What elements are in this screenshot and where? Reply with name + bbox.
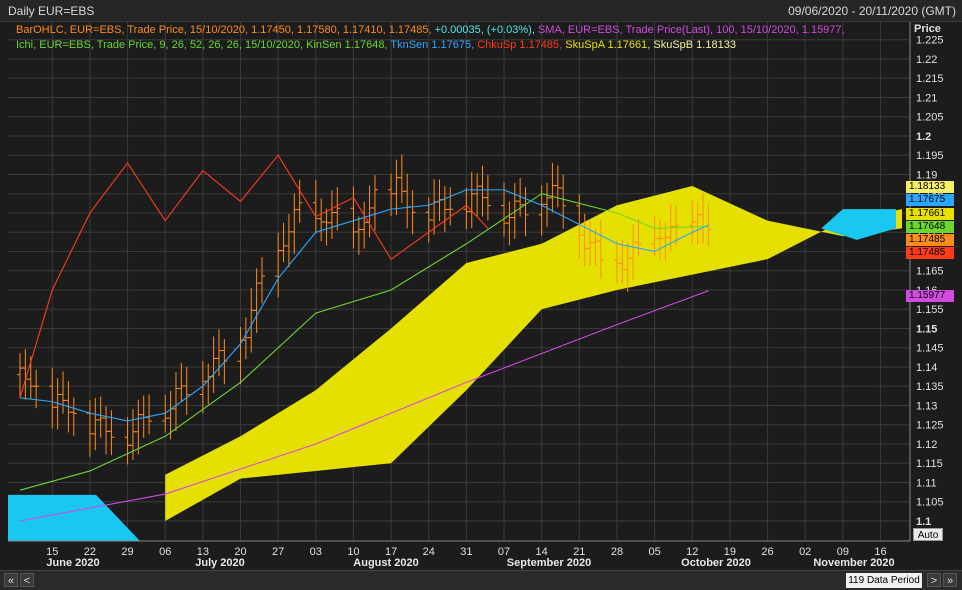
price-tick-label: 1.19 bbox=[916, 169, 937, 181]
price-tick-label: 1.2 bbox=[916, 131, 931, 143]
legend-entry: BarOHLC, EUR=EBS, Trade Price, 15/10/202… bbox=[16, 24, 432, 36]
price-tick-label: 1.15 bbox=[916, 323, 937, 335]
price-tag: 1.17485 bbox=[906, 234, 954, 246]
legend-entry: Ichi, EUR=EBS, Trade Price, 9, 26, 52, 2… bbox=[16, 39, 388, 51]
day-tick-label: 03 bbox=[310, 546, 322, 558]
legend-entry: TknSen 1.17675, bbox=[387, 39, 475, 51]
price-tick-label: 1.14 bbox=[916, 362, 937, 374]
data-period-select[interactable]: 119 Data Period bbox=[846, 573, 922, 588]
chart-legend: BarOHLC, EUR=EBS, Trade Price, 15/10/202… bbox=[16, 23, 906, 53]
price-tick-label: 1.195 bbox=[916, 150, 944, 162]
price-tick-label: 1.11 bbox=[916, 477, 937, 489]
day-tick-label: 27 bbox=[272, 546, 284, 558]
price-tick-label: 1.135 bbox=[916, 381, 944, 393]
day-tick-label: 24 bbox=[423, 546, 435, 558]
price-tick-label: 1.125 bbox=[916, 420, 944, 432]
price-tick-label: 1.165 bbox=[916, 266, 944, 278]
legend-entry: SkuSpB 1.18133 bbox=[650, 39, 736, 51]
price-tick-label: 1.115 bbox=[916, 458, 943, 470]
month-label: July 2020 bbox=[195, 557, 245, 569]
price-tick-label: 1.13 bbox=[916, 400, 937, 412]
price-tick-label: 1.21 bbox=[916, 92, 937, 104]
navigation-bar: « < June 2020 July 2020 August 2020 Septemb… bbox=[0, 557, 962, 590]
day-tick-label: 31 bbox=[460, 546, 472, 558]
price-tick-label: 1.22 bbox=[916, 54, 937, 66]
price-tick-label: 1.225 bbox=[916, 35, 944, 47]
scroll-right-button[interactable]: > bbox=[927, 573, 941, 587]
chart-plot[interactable]: 1.2251.221.2151.211.2051.21.1951.191.185… bbox=[0, 0, 962, 570]
scroll-left-fast-button[interactable]: « bbox=[4, 573, 18, 587]
price-tick-label: 1.155 bbox=[916, 304, 944, 316]
month-label: August 2020 bbox=[353, 557, 419, 569]
price-tick-label: 1.205 bbox=[916, 112, 944, 124]
month-label: October 2020 bbox=[681, 557, 751, 569]
price-tag: 1.18133 bbox=[906, 181, 954, 193]
legend-line-1: BarOHLC, EUR=EBS, Trade Price, 15/10/202… bbox=[16, 23, 906, 38]
price-tag: 1.17661 bbox=[906, 208, 954, 220]
price-axis-label: Price bbox=[914, 23, 941, 35]
price-tick-label: 1.1 bbox=[916, 516, 931, 528]
legend-entry: ChkuSp 1.17485, bbox=[474, 39, 563, 51]
auto-scale-button[interactable]: Auto bbox=[913, 528, 943, 541]
month-label: November 2020 bbox=[813, 557, 895, 569]
day-tick-label: 28 bbox=[611, 546, 623, 558]
legend-line-2: Ichi, EUR=EBS, Trade Price, 9, 26, 52, 2… bbox=[16, 38, 906, 53]
legend-entry: +0.00035, (+0.03%), bbox=[431, 24, 535, 36]
scroll-left-button[interactable]: < bbox=[20, 573, 34, 587]
price-tick-label: 1.105 bbox=[916, 497, 944, 509]
legend-entry: SkuSpA 1.17661, bbox=[562, 39, 651, 51]
price-tag: 1.17485 bbox=[906, 247, 954, 259]
month-label: September 2020 bbox=[506, 557, 592, 569]
price-tag: 1.17648 bbox=[906, 221, 954, 233]
day-tick-label: 05 bbox=[648, 546, 660, 558]
month-label: June 2020 bbox=[46, 557, 100, 569]
price-tick-label: 1.12 bbox=[916, 439, 937, 451]
price-tick-label: 1.145 bbox=[916, 343, 944, 355]
day-tick-label: 06 bbox=[159, 546, 171, 558]
day-tick-label: 29 bbox=[121, 546, 133, 558]
scroll-right-fast-button[interactable]: » bbox=[943, 573, 957, 587]
day-tick-label: 02 bbox=[799, 546, 811, 558]
price-tick-label: 1.215 bbox=[916, 73, 944, 85]
legend-entry: SMA, EUR=EBS, Trade Price(Last), 100, 15… bbox=[534, 24, 845, 36]
chart-window: Daily EUR=EBS 09/06/2020 - 20/11/2020 (G… bbox=[0, 0, 962, 590]
day-tick-label: 26 bbox=[761, 546, 773, 558]
price-tag: 1.15977 bbox=[906, 290, 954, 302]
price-tag: 1.17675 bbox=[906, 194, 954, 206]
